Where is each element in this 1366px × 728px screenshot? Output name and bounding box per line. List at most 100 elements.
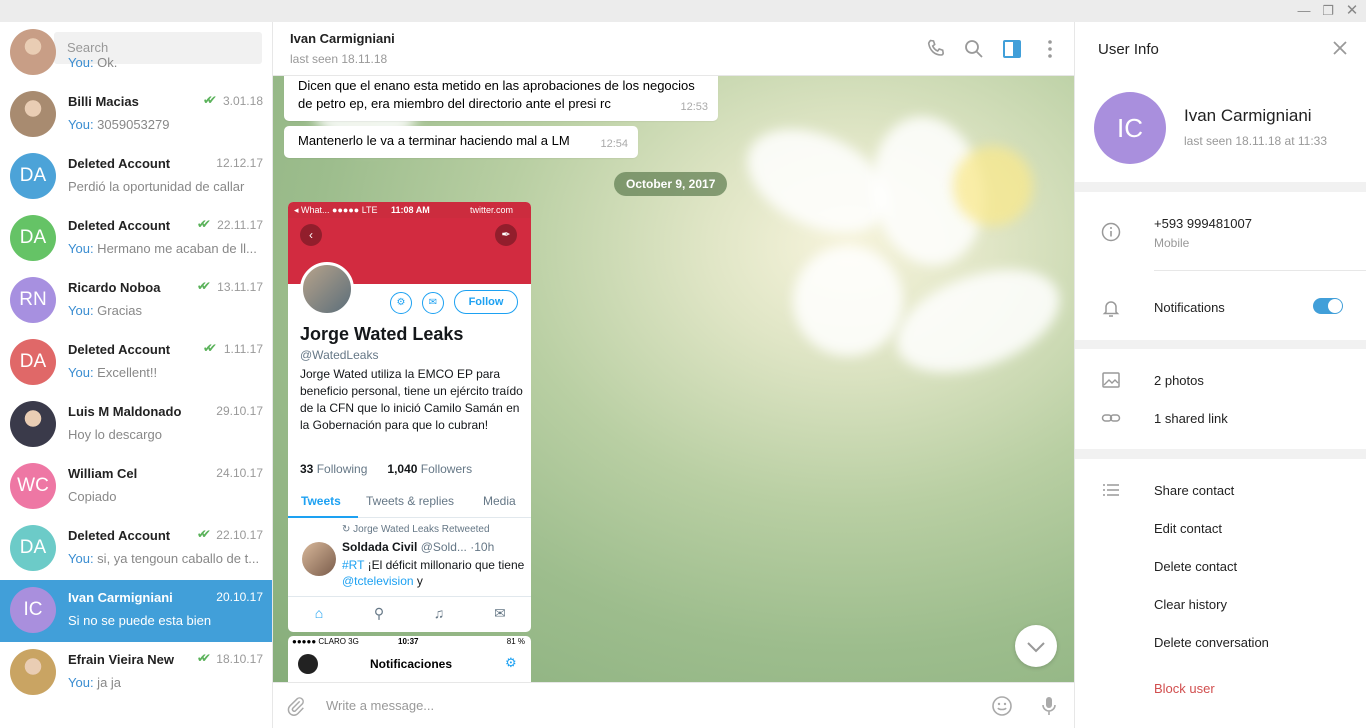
- close-window-icon[interactable]: ✕: [1341, 2, 1363, 20]
- preview-text: Si no se puede esta bien: [68, 613, 212, 628]
- status-time: 10:37: [398, 637, 419, 646]
- you-prefix: You:: [68, 675, 94, 690]
- explore-search-icon: ⚲: [373, 605, 385, 621]
- chat-title[interactable]: Ivan Carmigniani: [290, 31, 395, 46]
- chat-list-item[interactable]: WC William Cel 24.10.17 Copiado: [0, 456, 272, 518]
- chat-list-item[interactable]: Billi Macias ✔✔ 3.01.18 You: 3059053279: [0, 84, 272, 146]
- read-checkmark-icon: ✔✔: [202, 93, 217, 107]
- active-tab-indicator: [288, 516, 358, 518]
- chat-preview: Si no se puede esta bien: [68, 613, 263, 628]
- user-name: Ivan Carmigniani: [1184, 106, 1312, 125]
- message-text: Dicen que el enano esta metido en las ap…: [298, 78, 695, 111]
- read-checkmark-icon: ✔✔: [196, 217, 211, 231]
- panel-title: User Info: [1098, 41, 1159, 58]
- avatar[interactable]: IC: [1094, 92, 1166, 164]
- photo-message[interactable]: ◂ What... ●●●●● LTE 11:08 AM twitter.com…: [288, 202, 531, 632]
- avatar: [10, 401, 56, 447]
- settings-gear-icon: ⚙: [505, 655, 517, 670]
- delete-contact-action[interactable]: Delete contact: [1154, 559, 1237, 574]
- share-contact-action[interactable]: Share contact: [1154, 483, 1234, 498]
- emoji-icon[interactable]: [990, 694, 1014, 718]
- tab-tweets: Tweets: [301, 494, 341, 508]
- message-time: 12:54: [600, 138, 628, 150]
- chat-header: Ivan Carmigniani last seen 18.11.18: [273, 22, 1074, 76]
- close-icon[interactable]: [1330, 38, 1350, 58]
- message-bubble[interactable]: Mantenerlo le va a terminar haciendo mal…: [284, 126, 638, 158]
- message-bubble[interactable]: Dicen que el enano esta metido en las ap…: [284, 76, 718, 121]
- notifications-toggle[interactable]: [1313, 298, 1343, 314]
- read-checkmark-icon: ✔✔: [202, 341, 217, 355]
- chat-date: 1.11.17: [223, 342, 263, 356]
- chat-name: Ricardo Noboa: [68, 280, 161, 295]
- notifications-label: Notifications: [1154, 300, 1225, 315]
- chat-date: 18.10.17: [216, 652, 263, 666]
- tweet-header: Soldada Civil @Sold... ·10h: [342, 540, 494, 554]
- avatar: DA: [10, 215, 56, 261]
- back-arrow-icon: ‹: [300, 224, 322, 246]
- avatar: DA: [10, 525, 56, 571]
- minimize-icon[interactable]: —: [1293, 2, 1315, 20]
- clear-history-action[interactable]: Clear history: [1154, 597, 1227, 612]
- tweet-hashtag: #RT: [342, 558, 365, 572]
- chat-list-panel: Search You: Ok. Billi Macias ✔✔ 3.01.18 You:…: [0, 22, 273, 728]
- tweet-mention: @tctelevision: [342, 574, 414, 588]
- microphone-icon[interactable]: [1037, 694, 1061, 718]
- you-prefix: You:: [68, 241, 94, 256]
- photos-link[interactable]: 2 photos: [1154, 373, 1204, 388]
- restore-icon[interactable]: ❐: [1317, 2, 1339, 20]
- link-icon: [1101, 414, 1121, 422]
- chat-preview: You: Excellent!!: [68, 365, 263, 380]
- chat-preview: You: si, ya tengoun caballo de t...: [68, 551, 263, 566]
- chat-list-item[interactable]: DA Deleted Account ✔✔ 22.10.17 You: si, ya t…: [0, 518, 272, 580]
- chat-date: 29.10.17: [216, 404, 263, 418]
- chat-name: Deleted Account: [68, 218, 171, 233]
- chat-preview: You: ja ja: [68, 675, 263, 690]
- preview-text: Gracias: [93, 303, 142, 318]
- delete-conversation-action[interactable]: Delete conversation: [1154, 635, 1269, 650]
- phone-icon[interactable]: [924, 37, 948, 61]
- chat-list-item[interactable]: Luis M Maldonado 29.10.17 Hoy lo descargo: [0, 394, 272, 456]
- home-icon: ⌂: [314, 605, 324, 621]
- chat-name: Billi Macias: [68, 94, 139, 109]
- search-icon[interactable]: [962, 37, 986, 61]
- shared-links-link[interactable]: 1 shared link: [1154, 411, 1228, 426]
- message-input[interactable]: Write a message...: [326, 698, 434, 713]
- edit-contact-action[interactable]: Edit contact: [1154, 521, 1222, 536]
- read-checkmark-icon: ✔✔: [196, 527, 211, 541]
- chat-list-item[interactable]: Efrain Vieira New ✔✔ 18.10.17 You: ja ja: [0, 642, 272, 704]
- chat-list-item[interactable]: IC Ivan Carmigniani 20.10.17 Si no se puede…: [0, 580, 272, 642]
- avatar: [10, 91, 56, 137]
- message-composer: Write a message...: [273, 682, 1074, 728]
- followers-count: 1,040: [387, 462, 418, 476]
- avatar: DA: [10, 153, 56, 199]
- scroll-to-bottom-button[interactable]: [1015, 625, 1057, 667]
- status-time: 11:08 AM: [391, 205, 430, 215]
- chat-list-item[interactable]: RN Ricardo Noboa ✔✔ 13.11.17 You: Gracias: [0, 270, 272, 332]
- avatar: [10, 29, 56, 75]
- list-icon: [1103, 484, 1119, 496]
- attach-icon[interactable]: [285, 695, 307, 717]
- more-options-icon[interactable]: [1038, 37, 1062, 61]
- block-user-action[interactable]: Block user: [1154, 681, 1215, 696]
- photo-message[interactable]: ●●●●● CLARO 3G 10:37 81 % Notificaciones…: [288, 636, 531, 682]
- message-icon: ✉: [422, 292, 444, 314]
- chat-list-item[interactable]: DA Deleted Account ✔✔ 1.11.17 You: Excellent…: [0, 332, 272, 394]
- read-checkmark-icon: ✔✔: [196, 651, 211, 665]
- chat-list-item[interactable]: You: Ok.: [0, 22, 272, 84]
- chat-date: 22.11.17: [217, 218, 263, 232]
- divider: [1154, 270, 1366, 271]
- sidebar-toggle-icon[interactable]: [1000, 37, 1024, 61]
- message-text: Mantenerlo le va a terminar haciendo mal…: [298, 133, 570, 148]
- retweet-text: Jorge Wated Leaks Retweeted: [353, 524, 490, 535]
- phone-number[interactable]: +593 999481007: [1154, 216, 1252, 231]
- preview-text: Copiado: [68, 489, 117, 504]
- chat-background: Dicen que el enano esta metido en las ap…: [273, 76, 1074, 682]
- settings-icon: ⚙: [390, 292, 412, 314]
- chat-list-item[interactable]: DA Deleted Account 12.12.17 Perdió la oport…: [0, 146, 272, 208]
- chat-list: You: Ok. Billi Macias ✔✔ 3.01.18 You: 305905…: [0, 29, 272, 704]
- flower-center: [953, 146, 1033, 226]
- chat-list-item[interactable]: DA Deleted Account ✔✔ 22.11.17 You: Hermano …: [0, 208, 272, 270]
- profile-name: Jorge Wated Leaks: [300, 324, 464, 344]
- chat-preview: Perdió la oportunidad de callar: [68, 179, 263, 194]
- avatar: DA: [10, 339, 56, 385]
